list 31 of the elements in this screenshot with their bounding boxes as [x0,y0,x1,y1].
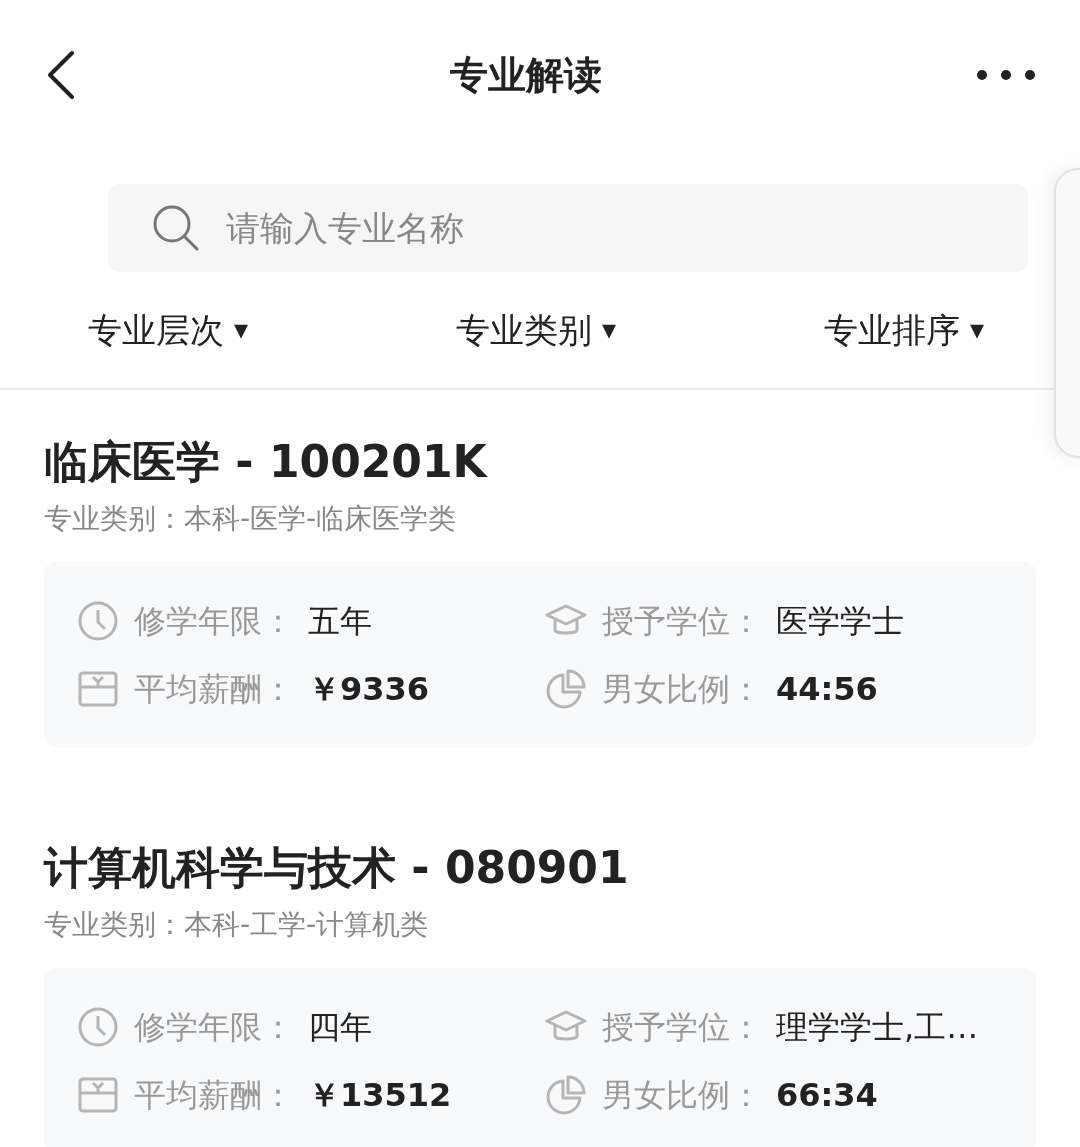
search-field[interactable]: 请输入专业名称 [108,184,1028,272]
pie-chart-icon [544,667,588,711]
search-icon [152,204,200,252]
pie-chart-icon [544,1073,588,1117]
field-label: 平均薪酬： [134,669,294,710]
clock-icon [76,1005,120,1049]
field-label: 平均薪酬： [134,1075,294,1116]
field-label: 修学年限： [134,1007,294,1048]
filter-dropdown[interactable]: 专业排序 ▾ [823,304,984,356]
field-value: ￥9336 [308,669,430,710]
major-category: 专业类别：本科-医学-临床医学类 [44,501,458,537]
field-label: 男女比例： [602,1075,762,1116]
page-title: 专业解读 [450,51,602,99]
field-label: 授予学位： [602,601,762,642]
filter-dropdown[interactable]: 专业类别 ▾ [455,304,617,356]
field-value: 66:34 [776,1075,878,1116]
field-value: 44:56 [776,669,878,710]
filter-dropdown[interactable]: 专业层次 ▾ [88,304,249,356]
field-value: 医学学士 [776,601,904,642]
field-label: 授予学位： [602,1007,762,1048]
major-title[interactable]: 计算机科学与技术 - 080901 [44,836,1036,900]
field-value: 四年 [308,1007,372,1048]
field-label: 男女比例： [602,669,762,710]
field-label: 修学年限： [134,601,294,642]
clock-icon [76,599,120,643]
field-value: 五年 [308,601,372,642]
field-value: ￥13512 [308,1075,452,1116]
field-value: 理学学士,工… [776,1007,979,1048]
major-category: 专业类别：本科-工学-计算机类 [44,907,430,943]
major-title[interactable]: 临床医学 - 100201K [44,430,1036,494]
more-icon[interactable] [976,69,1036,81]
